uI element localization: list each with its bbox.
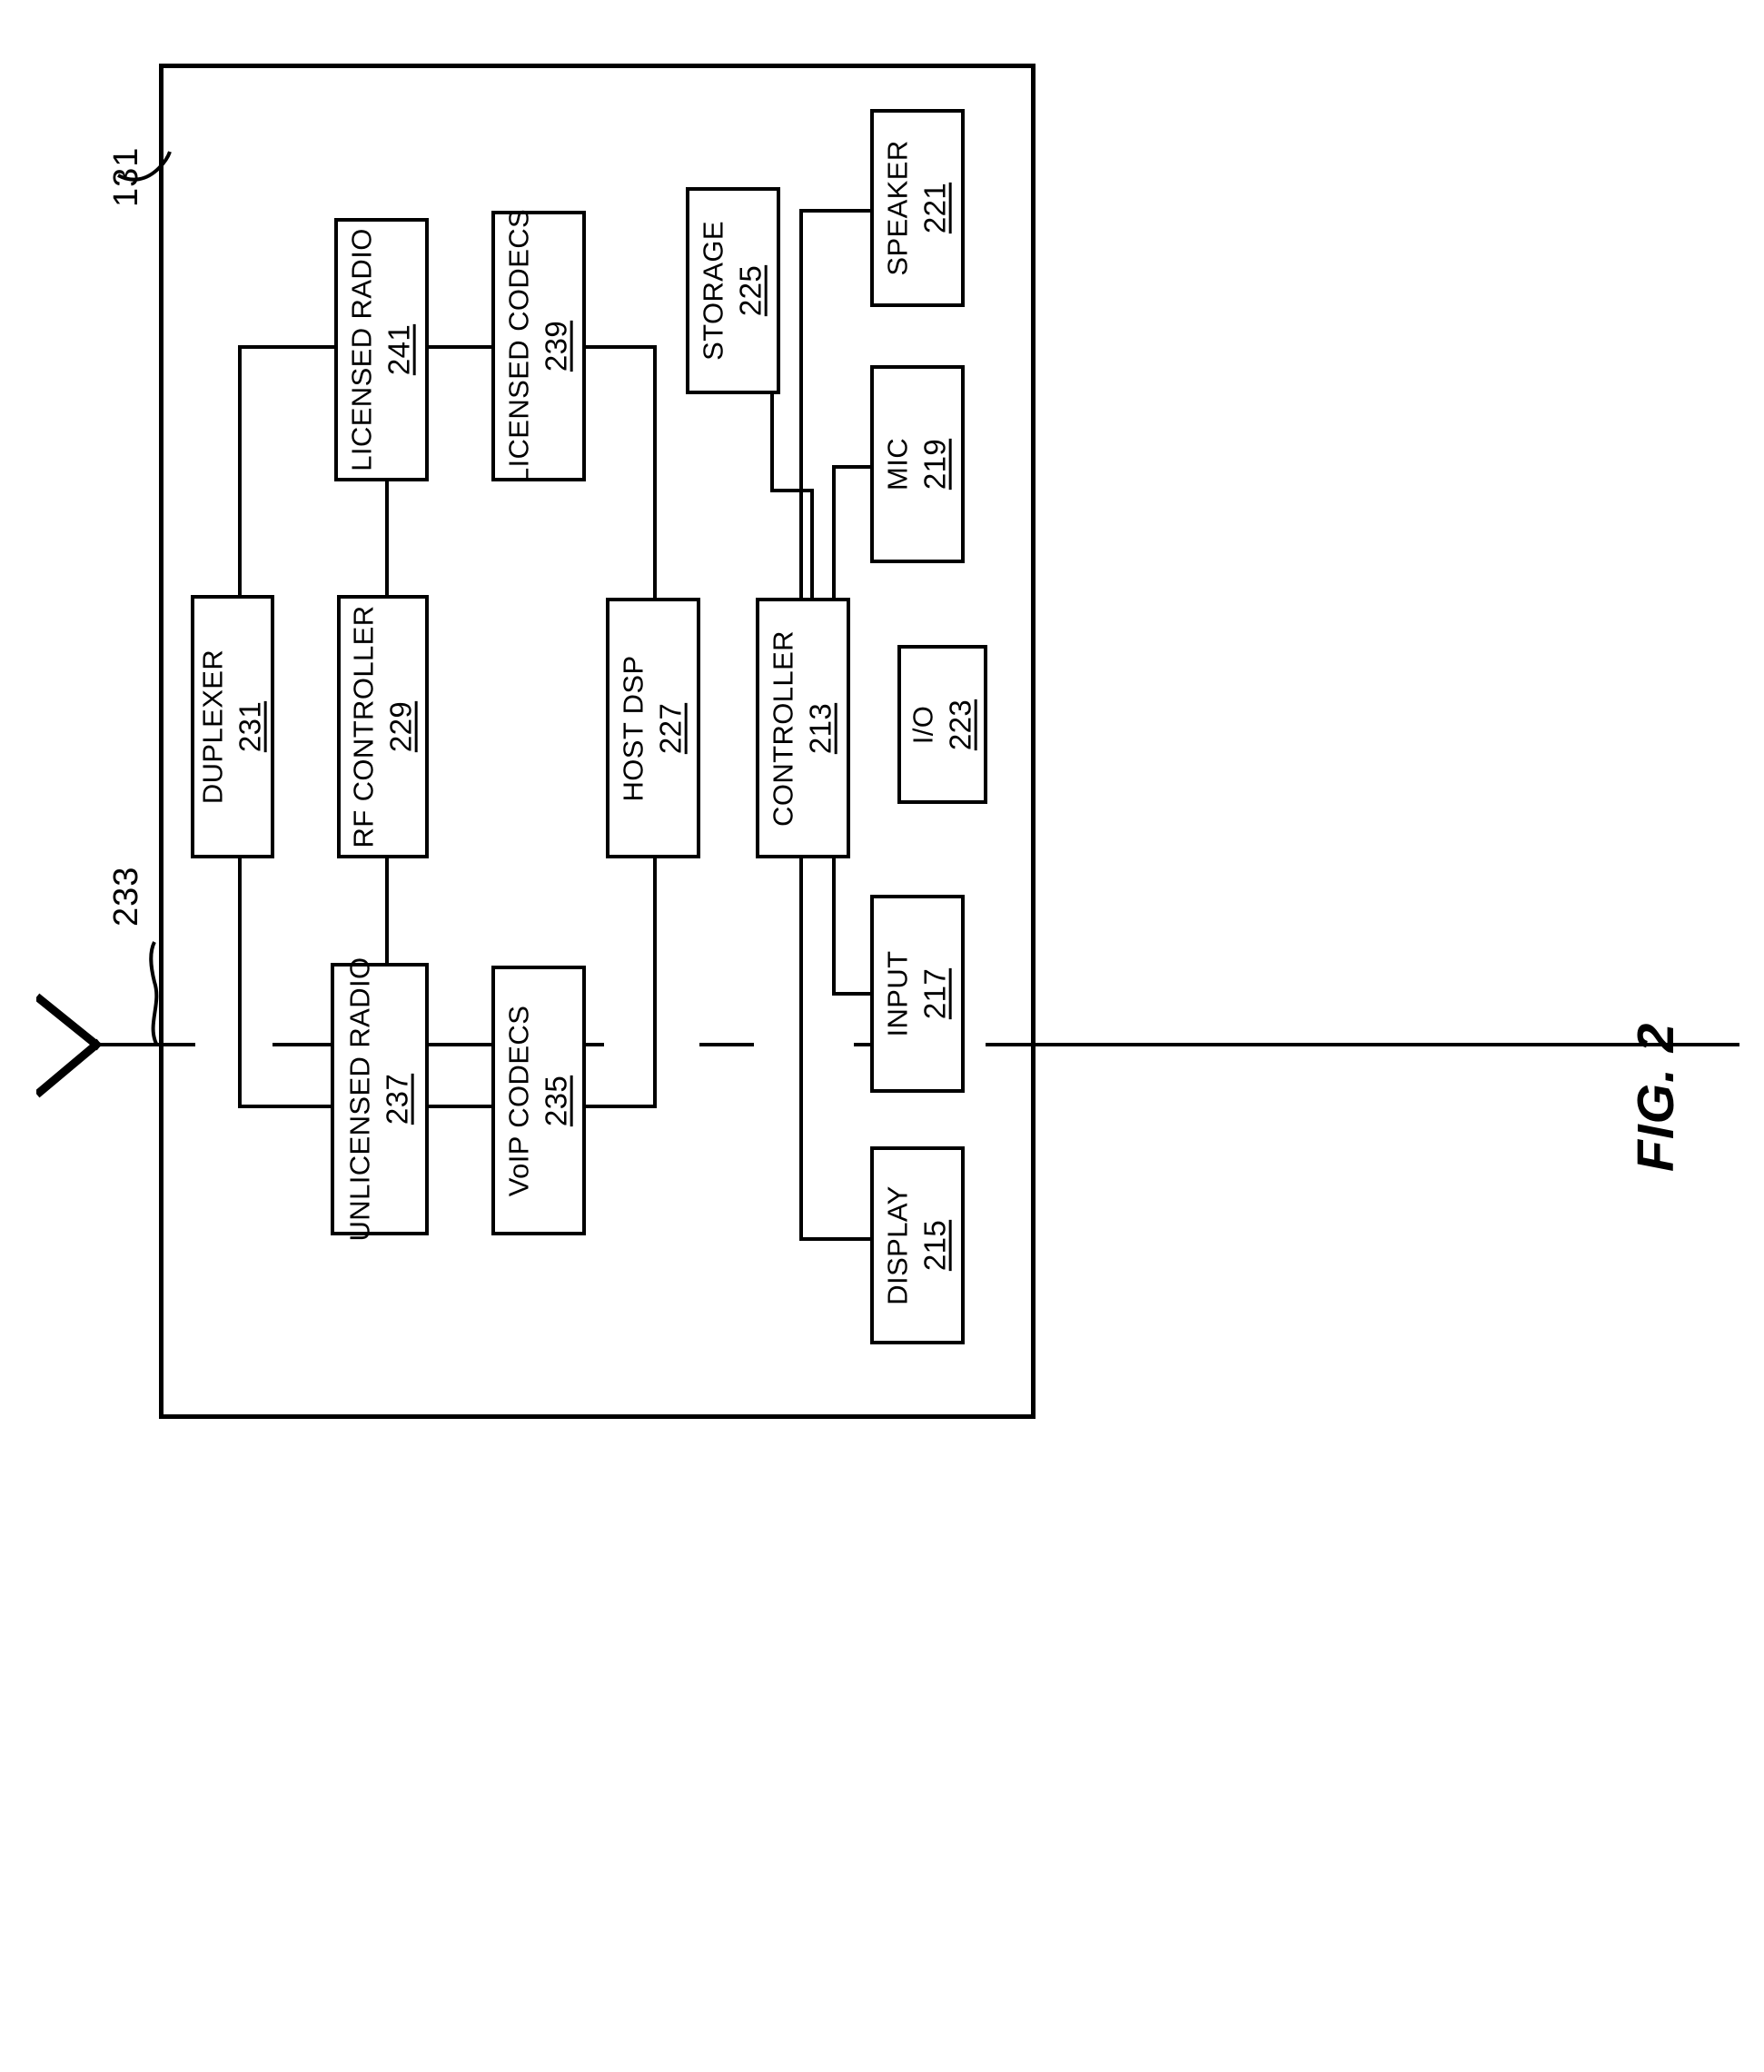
block-voip-codecs[interactable]: VoIP CODECS 235	[491, 966, 586, 1235]
block-storage-label: STORAGE 225	[697, 221, 768, 361]
wire-storage-drop	[770, 392, 774, 492]
wire-mic-run	[832, 465, 876, 469]
block-display[interactable]: DISPLAY 215	[870, 1146, 965, 1344]
block-rf-controller-label: RF CONTROLLER 229	[347, 605, 417, 848]
device-ref-leader	[117, 151, 172, 182]
wire-licensedcodecs-riser	[653, 345, 657, 600]
block-duplexer[interactable]: DUPLEXER 231	[191, 595, 274, 858]
wire-storage-to-controller	[810, 489, 814, 600]
block-host-dsp[interactable]: HOST DSP 227	[606, 598, 700, 858]
wire-rfcontroller-to-unlicensedradio	[385, 858, 389, 967]
wire-hostdsp-controller	[699, 1043, 754, 1046]
block-input-label: INPUT 217	[881, 950, 952, 1037]
block-unlicensed-radio-label: UNLICENSED RADIO 237	[343, 957, 414, 1242]
wire-duplexer-to-unlicensedradio	[238, 1105, 338, 1108]
block-licensed-radio-label: LICENSED RADIO 241	[345, 228, 416, 471]
wire-speaker-run	[799, 209, 872, 213]
wire-mic-to-controller	[832, 465, 836, 600]
wire-speaker-riser	[799, 209, 803, 600]
antenna-ref-leader	[149, 941, 159, 1045]
block-storage[interactable]: STORAGE 225	[686, 187, 780, 394]
wire-display-riser	[799, 858, 803, 1240]
block-speaker[interactable]: SPEAKER 221	[870, 109, 965, 307]
wire-unlicensedradio-voipcodecs	[427, 1105, 495, 1108]
wire-input-run	[832, 992, 876, 996]
wire-duplexer-riser-up	[238, 345, 242, 595]
block-licensed-codecs-label: LICENSED CODECS 239	[502, 208, 573, 484]
wire-duplexer-riser-down	[238, 858, 242, 1108]
antenna-ref-label: 233	[107, 866, 145, 927]
block-display-label: DISPLAY 215	[881, 1185, 952, 1305]
wire-voipcodecs-riser	[653, 858, 657, 1108]
block-mic[interactable]: MIC 219	[870, 365, 965, 563]
wire-licensedradio-licensedcodecs	[427, 345, 495, 349]
block-rf-controller[interactable]: RF CONTROLLER 229	[337, 595, 429, 858]
figure-caption: FIG. 2	[1627, 1022, 1685, 1172]
block-controller[interactable]: CONTROLLER 213	[756, 598, 850, 858]
wire-rfcontroller-to-licensedradio	[385, 480, 389, 598]
wire-duplexer-to-licensedradio	[238, 345, 338, 349]
block-io-label: I/O 223	[907, 699, 976, 750]
block-licensed-radio[interactable]: LICENSED RADIO 241	[334, 218, 429, 481]
wire-licensedcodecs-to-riser	[584, 345, 657, 349]
wire-storage-jog	[770, 489, 814, 492]
wire-display-run	[799, 1237, 872, 1241]
block-host-dsp-label: HOST DSP 227	[617, 654, 688, 802]
block-io[interactable]: I/O 223	[897, 645, 987, 804]
block-licensed-codecs[interactable]: LICENSED CODECS 239	[491, 208, 586, 484]
wire-voipcodecs-to-riser	[584, 1105, 657, 1108]
block-controller-label: CONTROLLER 213	[767, 630, 837, 827]
wire-input-to-controller	[832, 858, 836, 995]
block-unlicensed-radio[interactable]: UNLICENSED RADIO 237	[331, 957, 429, 1242]
block-voip-codecs-label: VoIP CODECS 235	[502, 1005, 573, 1196]
block-input[interactable]: INPUT 217	[870, 895, 965, 1093]
block-speaker-label: SPEAKER 221	[881, 140, 952, 276]
patent-figure: 131 233 LICENSED RADIO 241 LICENSED CODE…	[0, 0, 1764, 2072]
block-mic-label: MIC 219	[881, 437, 952, 491]
block-duplexer-label: DUPLEXER 231	[196, 649, 267, 805]
